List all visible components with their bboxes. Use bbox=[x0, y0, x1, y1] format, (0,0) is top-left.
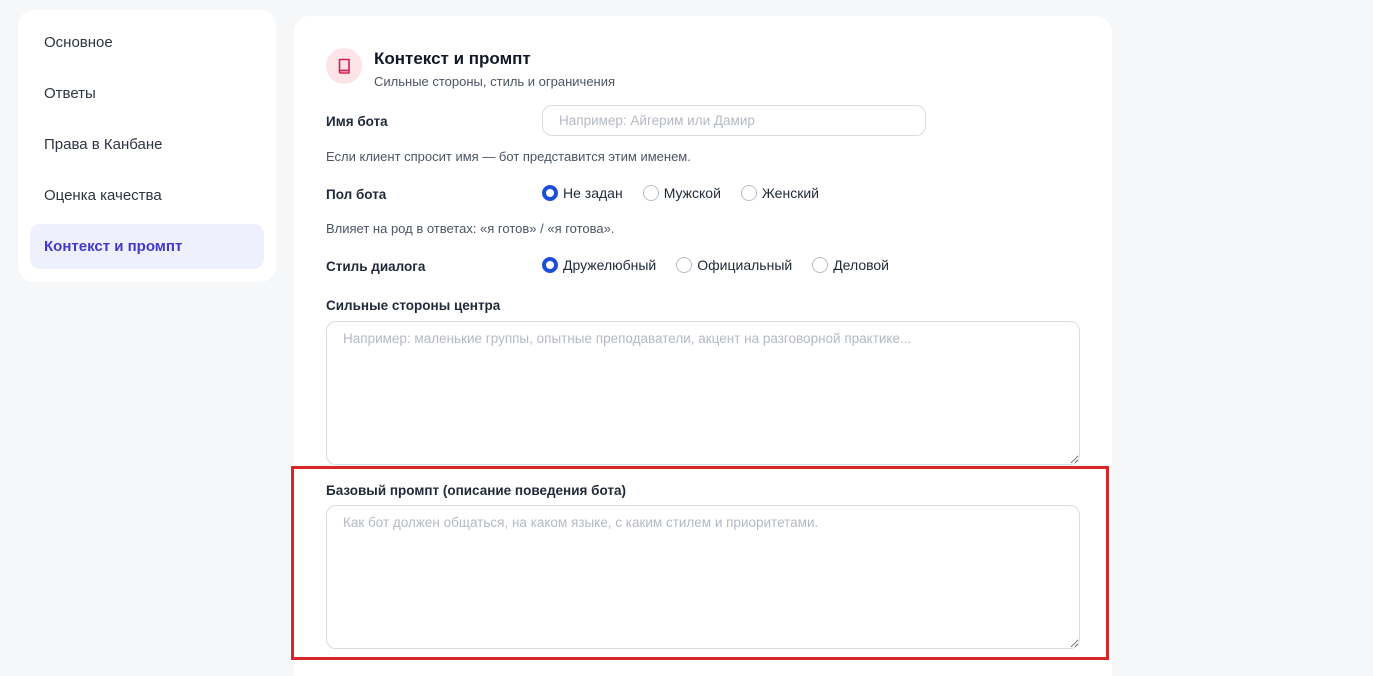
gender-option-male[interactable]: Мужской bbox=[642, 185, 721, 201]
style-option-label: Дружелюбный bbox=[563, 257, 657, 273]
gender-option-label: Женский bbox=[761, 185, 819, 201]
sidebar-item-context-prompt[interactable]: Контекст и промпт bbox=[30, 224, 264, 269]
style-option-friendly[interactable]: Дружелюбный bbox=[542, 257, 656, 273]
sidebar-item-quality-rating[interactable]: Оценка качества bbox=[30, 173, 264, 218]
gender-option-unset[interactable]: Не задан bbox=[542, 185, 623, 201]
base-prompt-label: Базовый промпт (описание поведения бота) bbox=[326, 483, 626, 498]
bot-name-input[interactable] bbox=[542, 105, 926, 136]
style-option-official[interactable]: Официальный bbox=[676, 257, 792, 273]
dialog-style-radio-group: Дружелюбный Официальный Деловой bbox=[542, 257, 909, 273]
style-option-business[interactable]: Деловой bbox=[812, 257, 889, 273]
strengths-label: Сильные стороны центра bbox=[326, 298, 501, 313]
dialog-style-label: Стиль диалога bbox=[326, 259, 426, 274]
radio-unchecked-icon bbox=[642, 185, 659, 201]
settings-sidebar: Основное Ответы Права в Канбане Оценка к… bbox=[18, 10, 276, 282]
section-title: Контекст и промпт bbox=[374, 49, 531, 68]
radio-unchecked-icon bbox=[812, 257, 829, 273]
context-prompt-card: Контекст и промпт Сильные стороны, стиль… bbox=[294, 16, 1112, 676]
bot-gender-hint: Влияет на род в ответах: «я готов» / «я … bbox=[326, 221, 615, 236]
sidebar-item-answers[interactable]: Ответы bbox=[30, 71, 264, 116]
section-subtitle: Сильные стороны, стиль и ограничения bbox=[374, 74, 616, 89]
sidebar-item-kanban-rights[interactable]: Права в Канбане bbox=[30, 122, 264, 167]
radio-checked-icon bbox=[542, 257, 558, 273]
gender-option-label: Мужской bbox=[663, 185, 721, 201]
bot-gender-label: Пол бота bbox=[326, 187, 387, 202]
strengths-textarea[interactable] bbox=[326, 321, 1080, 465]
gender-option-label: Не задан bbox=[563, 185, 623, 201]
gender-option-female[interactable]: Женский bbox=[740, 185, 819, 201]
base-prompt-textarea[interactable] bbox=[326, 505, 1080, 649]
style-option-label: Официальный bbox=[697, 257, 793, 273]
radio-unchecked-icon bbox=[740, 185, 757, 201]
bot-name-label: Имя бота bbox=[326, 114, 388, 129]
style-option-label: Деловой bbox=[833, 257, 890, 273]
bot-name-hint: Если клиент спросит имя — бот представит… bbox=[326, 149, 691, 164]
radio-checked-icon bbox=[542, 185, 558, 201]
book-icon bbox=[326, 48, 362, 84]
section-header: Контекст и промпт Сильные стороны, стиль… bbox=[326, 48, 615, 89]
sidebar-item-main[interactable]: Основное bbox=[30, 20, 264, 65]
radio-unchecked-icon bbox=[676, 257, 693, 273]
bot-gender-radio-group: Не задан Мужской Женский bbox=[542, 185, 839, 201]
